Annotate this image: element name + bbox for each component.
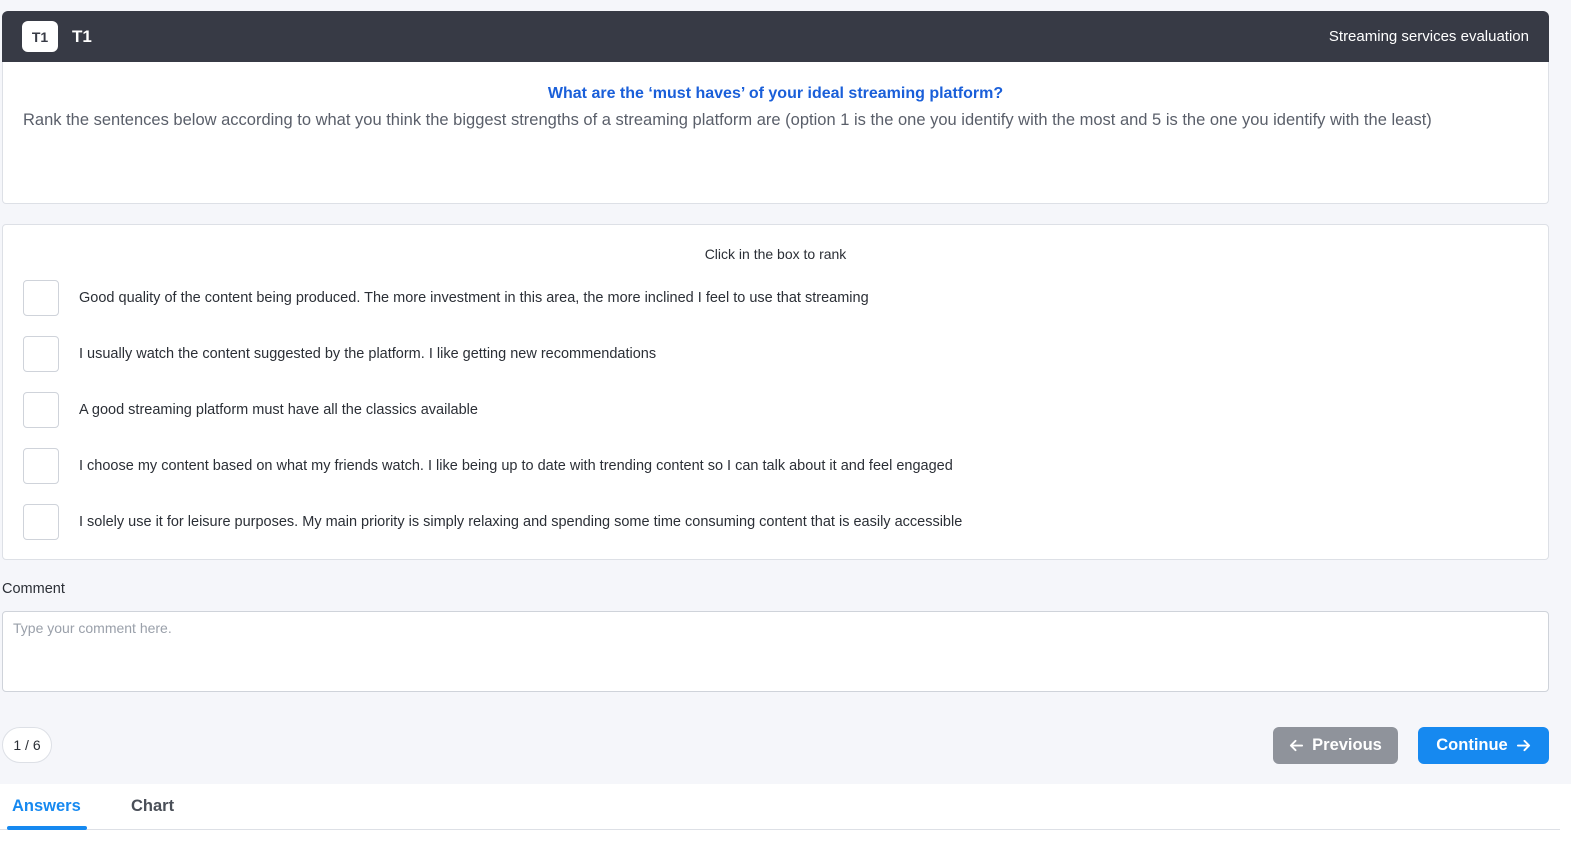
survey-name: Streaming services evaluation <box>1328 28 1529 45</box>
rank-option-4: I choose my content based on what my fri… <box>23 448 953 484</box>
previous-button[interactable]: Previous <box>1273 727 1398 764</box>
active-tab-indicator <box>7 826 87 830</box>
rank-option-label: I choose my content based on what my fri… <box>79 458 953 474</box>
rank-option-5: I solely use it for leisure purposes. My… <box>23 504 962 540</box>
avatar: T1 <box>22 21 58 52</box>
rank-option-label: Good quality of the content being produc… <box>79 290 869 306</box>
ranking-hint: Click in the box to rank <box>704 246 847 262</box>
question-instructions: Rank the sentences below according to wh… <box>23 111 1432 129</box>
rank-option-1: Good quality of the content being produc… <box>23 280 869 316</box>
comment-label: Comment <box>2 581 65 597</box>
tabs-bar <box>0 784 1571 849</box>
arrow-right-icon <box>1516 739 1530 752</box>
rank-box[interactable] <box>23 280 59 316</box>
previous-label: Previous <box>1312 736 1382 754</box>
arrow-left-icon <box>1290 739 1304 752</box>
survey-header: T1 T1 Streaming services evaluation <box>2 11 1549 62</box>
question-card: What are the ‘must haves’ of your ideal … <box>2 62 1549 204</box>
rank-box[interactable] <box>23 504 59 540</box>
tabs-divider <box>0 829 1560 830</box>
comment-input[interactable] <box>2 611 1549 692</box>
rank-option-label: I usually watch the content suggested by… <box>79 346 657 362</box>
rank-box[interactable] <box>23 448 59 484</box>
rank-option-2: I usually watch the content suggested by… <box>23 336 656 372</box>
continue-label: Continue <box>1436 736 1508 754</box>
header-title: T1 <box>72 26 92 46</box>
rank-box[interactable] <box>23 392 59 428</box>
ranking-card: Click in the box to rank Good quality of… <box>2 224 1549 560</box>
rank-option-label: A good streaming platform must have all … <box>79 402 478 418</box>
rank-box[interactable] <box>23 336 59 372</box>
tab-answers[interactable]: Answers <box>12 797 81 816</box>
rank-option-label: I solely use it for leisure purposes. My… <box>79 514 963 530</box>
rank-option-3: A good streaming platform must have all … <box>23 392 478 428</box>
page-indicator: 1 / 6 <box>2 727 52 763</box>
question-title: What are the ‘must haves’ of your ideal … <box>547 85 1004 102</box>
continue-button[interactable]: Continue <box>1418 727 1549 764</box>
tab-chart[interactable]: Chart <box>131 797 174 816</box>
